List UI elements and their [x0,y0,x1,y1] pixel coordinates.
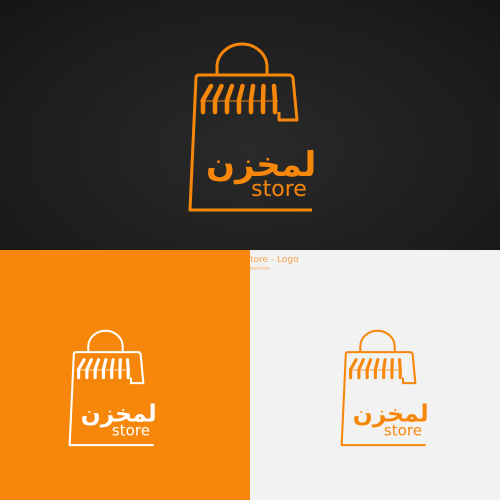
awning-stripe [248,83,256,103]
awning-stripe [397,358,402,371]
latin-name: store [112,421,150,439]
awning-stripe [101,358,108,371]
awning-stripe [93,358,101,371]
logo-dark: المخزنstore [188,42,315,212]
awning-stripe [365,358,373,371]
bag-handle [87,329,124,353]
awning-stripe [349,358,358,371]
logo-light: المخزنstore [340,329,428,447]
awning-stripe [125,358,130,371]
bag-handle [359,329,396,353]
caption-title: tore - Logo [250,255,299,265]
awning-stripe [271,83,278,103]
awning-stripe [77,358,86,371]
latin-name: store [384,421,422,439]
logo-orange: المخزنstore [68,329,156,447]
awning-stripe [357,358,365,371]
awning-stripe [212,83,224,103]
awning-stripe [236,83,245,103]
awning-stripe [110,358,115,371]
caption-subtitle: berrimo [250,266,270,272]
awning-stripe [373,358,380,371]
awning-stripe [260,83,266,103]
awning-stripe [200,83,214,103]
awning-stripe [85,358,93,371]
awning-stripe [224,83,235,103]
awning-stripe [382,358,387,371]
latin-name: store [251,177,307,202]
bag-handle [215,42,269,75]
